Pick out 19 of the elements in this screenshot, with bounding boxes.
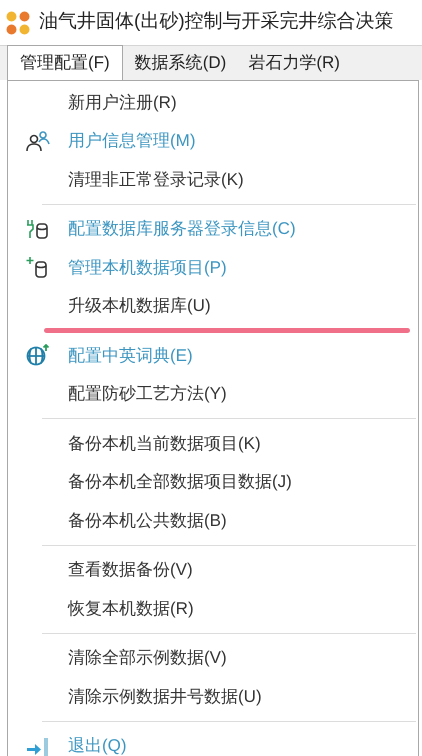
users-icon [25, 130, 51, 152]
database-plug-icon [25, 218, 51, 240]
menu-item[interactable]: 备份本机公共数据(B) [8, 501, 418, 540]
app-logo-icon [5, 10, 31, 36]
menu-item[interactable]: 清除示例数据井号数据(U) [8, 677, 418, 716]
menu-item[interactable]: 备份本机全部数据项目数据(J) [8, 462, 418, 501]
menu-tab[interactable]: 管理配置(F) [7, 45, 123, 80]
menu-tab[interactable]: 数据系统(D) [124, 45, 236, 80]
menu-item[interactable]: 备份本机当前数据项目(K) [8, 424, 418, 462]
menu-item[interactable]: 恢复本机数据(R) [8, 589, 418, 628]
menu-item[interactable]: 升级本机数据库(U) [8, 286, 418, 336]
menu-item[interactable]: 清理非正常登录记录(K) [8, 160, 418, 198]
menu-item[interactable]: 新用户注册(R) [8, 83, 418, 122]
window-title: 油气井固体(出砂)控制与开采完井综合决策 [39, 10, 394, 34]
menu-item[interactable]: 查看数据备份(V) [8, 550, 418, 589]
globe-icon [25, 344, 51, 366]
menu-tab[interactable]: 岩石力学(R) [238, 45, 350, 80]
menu-item[interactable]: 清除全部示例数据(V) [8, 638, 418, 677]
menu-item[interactable]: 配置防砂工艺方法(Y) [8, 374, 418, 413]
